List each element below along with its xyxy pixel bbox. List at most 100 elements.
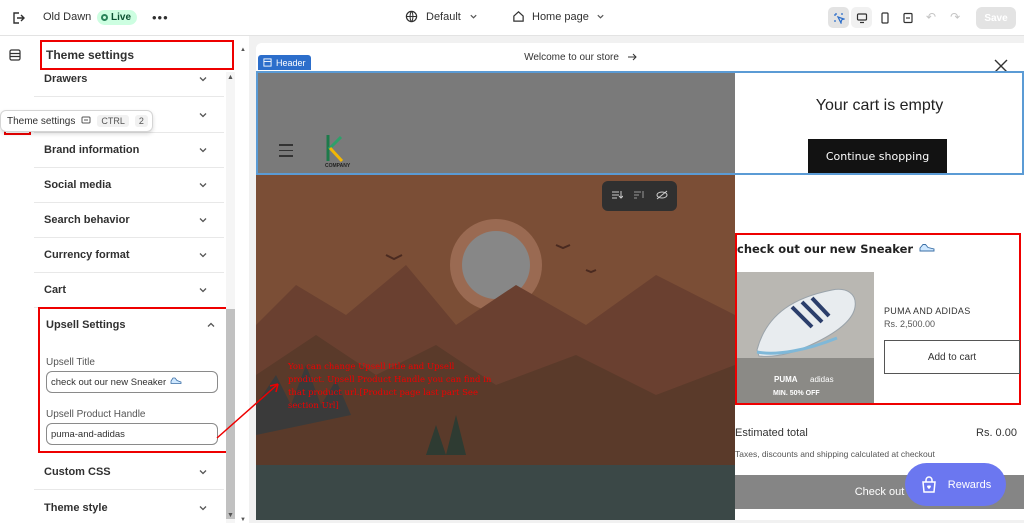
setting-row-drawers[interactable]: Drawers [34,62,224,97]
save-button[interactable]: Save [976,7,1016,29]
shortcut-num: 2 [134,115,148,127]
theme-settings-tooltip: Theme settings CTRL 2 [0,110,153,132]
section-icon [263,58,272,67]
scroll-up-icon[interactable]: ▲ [227,74,234,81]
annotation-note: You can change Upsell title and Upsell p… [288,362,492,411]
home-icon [513,11,524,22]
shortcut-key: CTRL [97,115,129,127]
setting-row-theme-style[interactable]: Theme style [34,490,224,523]
svg-text:▼: ▼ [240,517,246,523]
redo-icon[interactable]: ↷ [950,10,960,24]
upsell-settings-header[interactable]: Upsell Settings [46,319,216,331]
hero-image[interactable] [256,175,735,520]
arrow-right-icon [627,53,637,61]
sneaker-icon [919,242,935,256]
desktop-view-button[interactable] [851,7,872,28]
upsell-handle-label: Upsell Product Handle [46,409,146,420]
setting-label: Currency format [44,249,130,261]
theme-selector[interactable]: Default [405,10,478,23]
setting-row-currency-format[interactable]: Currency format [34,238,224,273]
exit-icon[interactable] [9,9,27,27]
desktop-icon [856,12,867,23]
chevron-down-icon [199,218,207,223]
store-preview: Welcome to our store COMPANY You can cha [256,43,1024,520]
setting-row-cart[interactable]: Cart [34,273,224,308]
sort-icon[interactable] [633,190,645,203]
setting-row-custom-css[interactable]: Custom CSS [34,455,224,490]
rewards-label: Rewards [947,478,992,491]
live-badge: Live [97,10,138,25]
setting-row-search-behavior[interactable]: Search behavior [34,203,224,238]
announcement-text: Welcome to our store [524,51,619,63]
upsell-heading: check out our new Sneaker [737,242,935,256]
setting-label: Custom CSS [44,466,111,478]
setting-label: Drawers [44,73,88,85]
inspect-cursor-icon [833,12,845,24]
more-actions-icon[interactable]: ••• [152,10,169,25]
chevron-down-icon [199,148,207,153]
upsell-handle-value: puma-and-adidas [51,428,125,440]
upsell-settings-title: Upsell Settings [46,319,126,331]
scroll-down-icon[interactable]: ▼ [227,512,234,519]
fullscreen-button[interactable] [897,7,918,28]
move-icon[interactable] [611,190,624,203]
add-to-cart-button[interactable]: Add to cart [884,340,1020,374]
taxes-note: Taxes, discounts and shipping calculated… [735,449,935,459]
panel-scrollbar[interactable] [226,72,235,523]
page-selector[interactable]: Home page [512,10,605,23]
mobile-icon [880,11,889,24]
undo-icon[interactable]: ↶ [926,10,936,24]
product-price: Rs. 2,500.00 [884,319,936,329]
image-brand-adidas: adidas [810,375,834,384]
chevron-down-icon [199,288,207,293]
inspector-button[interactable] [828,7,849,28]
keyboard-icon [81,115,91,128]
upsell-settings-section: Upsell Settings Upsell Title check out o… [38,307,228,453]
top-bar: Old Dawn Live ••• Default Home page ↶ ↷ … [0,0,1024,36]
announcement-bar[interactable]: Welcome to our store [256,43,735,71]
chevron-down-icon [199,113,207,118]
setting-label: Social media [44,179,112,191]
chevron-down-icon [199,505,207,510]
theme-name: Default [426,10,461,23]
setting-label: Search behavior [44,214,130,226]
upsell-block: check out our new Sneaker PUMA adidas MI… [735,233,1021,405]
chevron-down-icon [199,77,207,82]
setting-label: Brand information [44,144,140,156]
chevron-down-icon [199,183,207,188]
image-offer-text: MIN. 50% OFF [773,390,820,397]
section-toolbar [602,181,677,211]
header-section-tag[interactable]: Header [258,55,311,70]
product-title[interactable]: PUMA AND ADIDAS [884,306,971,316]
rewards-button[interactable]: Rewards [905,463,1006,506]
setting-row-social-media[interactable]: Social media [34,168,224,203]
setting-row-brand-information[interactable]: Brand information [34,133,224,168]
upsell-heading-text: check out our new Sneaker [737,242,914,256]
header-tag-label: Header [276,57,306,68]
estimated-total-label: Estimated total [735,427,808,439]
hide-eye-icon[interactable] [656,190,668,203]
image-brand-puma: PUMA [774,375,798,384]
page-name: Home page [532,10,589,23]
store-name: Old Dawn [43,11,92,23]
live-dot-icon [101,14,108,21]
chevron-down-icon [199,253,207,258]
estimated-total-value: Rs. 0.00 [976,427,1017,439]
header-selection-outline [256,71,1024,175]
view-controls [828,7,918,28]
sections-icon[interactable] [8,48,22,65]
mobile-view-button[interactable] [874,7,895,28]
product-image[interactable]: PUMA adidas MIN. 50% OFF [737,272,874,403]
chevron-up-icon [207,322,215,327]
upsell-title-value: check out our new Sneaker [51,376,167,388]
outer-scrollbar[interactable]: ▲ ▼ [240,44,248,523]
setting-label: Theme style [44,501,108,514]
live-label: Live [111,12,132,23]
globe-icon [405,10,418,23]
fullscreen-icon [902,12,913,23]
sneaker-icon [170,377,182,388]
chevron-down-icon [470,14,477,19]
upsell-handle-input[interactable]: puma-and-adidas [46,423,218,445]
chevron-down-icon [597,14,604,19]
upsell-title-input[interactable]: check out our new Sneaker [46,371,218,393]
